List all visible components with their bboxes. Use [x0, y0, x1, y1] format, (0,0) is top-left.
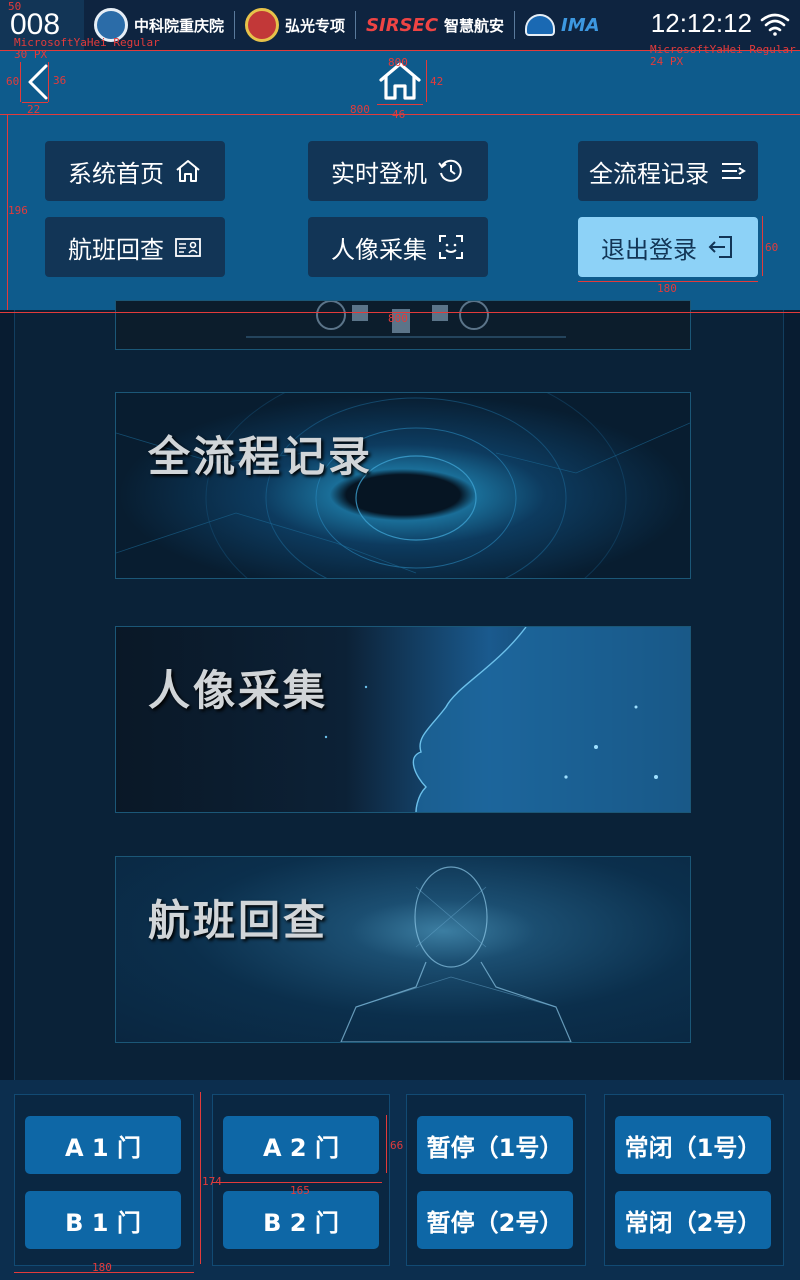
wifi-icon — [760, 13, 790, 36]
network-decoration — [246, 301, 566, 338]
dimension-line — [0, 114, 800, 115]
button-label: 全流程记录 — [589, 159, 709, 188]
button-label: 退出登录 — [601, 235, 697, 264]
logo-label: 智慧航安 — [444, 16, 505, 35]
wireframe-person-image — [340, 866, 572, 1042]
normally-closed-1-button[interactable]: 常闭（1号） — [615, 1116, 771, 1174]
pause-1-button[interactable]: 暂停（1号） — [417, 1116, 573, 1174]
dimension-line — [377, 104, 423, 105]
dimension-label: 42 — [430, 75, 444, 88]
main-content: 全流程记录 人像采集 航班回查 — [0, 300, 800, 1080]
logout-icon — [708, 236, 732, 258]
dimension-line — [386, 1115, 387, 1173]
card-full-process-record[interactable]: 全流程记录 — [115, 392, 691, 579]
button-label: 航班回查 — [68, 235, 164, 264]
divider — [355, 11, 357, 39]
button-label: 系统首页 — [68, 159, 164, 188]
door-b2-button[interactable]: B 2 门 — [223, 1191, 379, 1249]
door-control-panel: A 1 门 B 1 门 A 2 门 B 2 门 暂停（1号） 暂停（2号） 常闭… — [0, 1080, 800, 1280]
dimension-label: 180 — [657, 282, 677, 295]
dimension-label: 50 — [8, 0, 22, 13]
dimension-label: 800 — [388, 312, 408, 325]
dimension-line — [48, 62, 49, 102]
sirsec-brand: SIRSEC — [366, 14, 439, 36]
ima-emblem-icon — [525, 14, 556, 36]
partner-logos: 中科院重庆院 弘光专项 SIRSEC 智慧航安 IMA — [94, 8, 600, 42]
door-group-pause: 暂停（1号） 暂停（2号） — [406, 1094, 586, 1266]
hongguang-emblem-icon — [245, 8, 280, 42]
divider — [234, 11, 236, 39]
door-group-2: A 2 门 B 2 门 — [212, 1094, 390, 1266]
dimension-label: 165 — [290, 1184, 310, 1197]
door-group-1: A 1 门 B 1 门 — [14, 1094, 194, 1266]
font-size-annotation: 24 PX — [650, 55, 684, 68]
menu-flight-review-button[interactable]: 航班回查 — [45, 217, 225, 277]
card-face-capture[interactable]: 人像采集 — [115, 626, 691, 813]
face-scan-icon — [439, 235, 463, 259]
clock: 12:12:12 — [650, 8, 752, 38]
dimension-line — [200, 1092, 201, 1264]
dimension-label: 800 — [388, 56, 408, 69]
door-group-closed: 常闭（1号） 常闭（2号） — [604, 1094, 784, 1266]
logo-sirsec: SIRSEC 智慧航安 — [366, 15, 504, 36]
door-a1-button[interactable]: A 1 门 — [25, 1116, 181, 1174]
button-label: 人像采集 — [331, 235, 427, 264]
dimension-label: 196 — [8, 204, 28, 217]
door-a2-button[interactable]: A 2 门 — [223, 1116, 379, 1174]
logo-ima: IMA — [525, 14, 600, 36]
id-card-icon — [175, 238, 201, 257]
font-size-annotation: 30 PX — [14, 48, 48, 61]
door-b1-button[interactable]: B 1 门 — [25, 1191, 181, 1249]
dimension-label: 180 — [92, 1261, 112, 1274]
card-flight-review[interactable]: 航班回查 — [115, 856, 691, 1043]
tunnel-network-image — [116, 393, 690, 578]
font-annotation: MicrosoftYaHei Regular — [14, 36, 160, 49]
menu-realtime-boarding-button[interactable]: 实时登机 — [308, 141, 488, 201]
history-icon — [438, 159, 462, 182]
dimension-line — [426, 60, 427, 102]
card-title: 航班回查 — [148, 896, 329, 945]
list-icon — [722, 163, 746, 179]
logo-label: IMA — [561, 14, 600, 36]
menu-face-capture-button[interactable]: 人像采集 — [308, 217, 488, 277]
font-annotation: MicrosoftYaHei Regular — [650, 43, 796, 56]
menu-system-home-button[interactable]: 系统首页 — [45, 141, 225, 201]
button-label: 实时登机 — [331, 159, 427, 188]
logo-label: 中科院重庆院 — [134, 16, 225, 35]
normally-closed-2-button[interactable]: 常闭（2号） — [615, 1191, 771, 1249]
pause-2-button[interactable]: 暂停（2号） — [417, 1191, 573, 1249]
face-profile-image — [324, 627, 690, 812]
logo-hongguang: 弘光专项 — [245, 8, 345, 42]
menu-full-process-record-button[interactable]: 全流程记录 — [578, 141, 758, 201]
dimension-label: 60 — [6, 75, 20, 88]
home-icon — [176, 160, 200, 182]
logo-label: 弘光专项 — [285, 16, 346, 35]
dimension-line — [762, 216, 763, 276]
dimension-label: 36 — [53, 74, 67, 87]
dimension-line — [212, 1182, 382, 1183]
menu-logout-button[interactable]: 退出登录 — [578, 217, 758, 277]
dimension-label: 60 — [765, 241, 779, 254]
dimension-label: 66 — [390, 1139, 404, 1152]
card-title: 全流程记录 — [148, 432, 374, 481]
divider — [514, 11, 516, 39]
card-partial-top[interactable] — [115, 300, 691, 350]
card-title: 人像采集 — [148, 666, 329, 715]
dimension-line — [20, 62, 21, 102]
